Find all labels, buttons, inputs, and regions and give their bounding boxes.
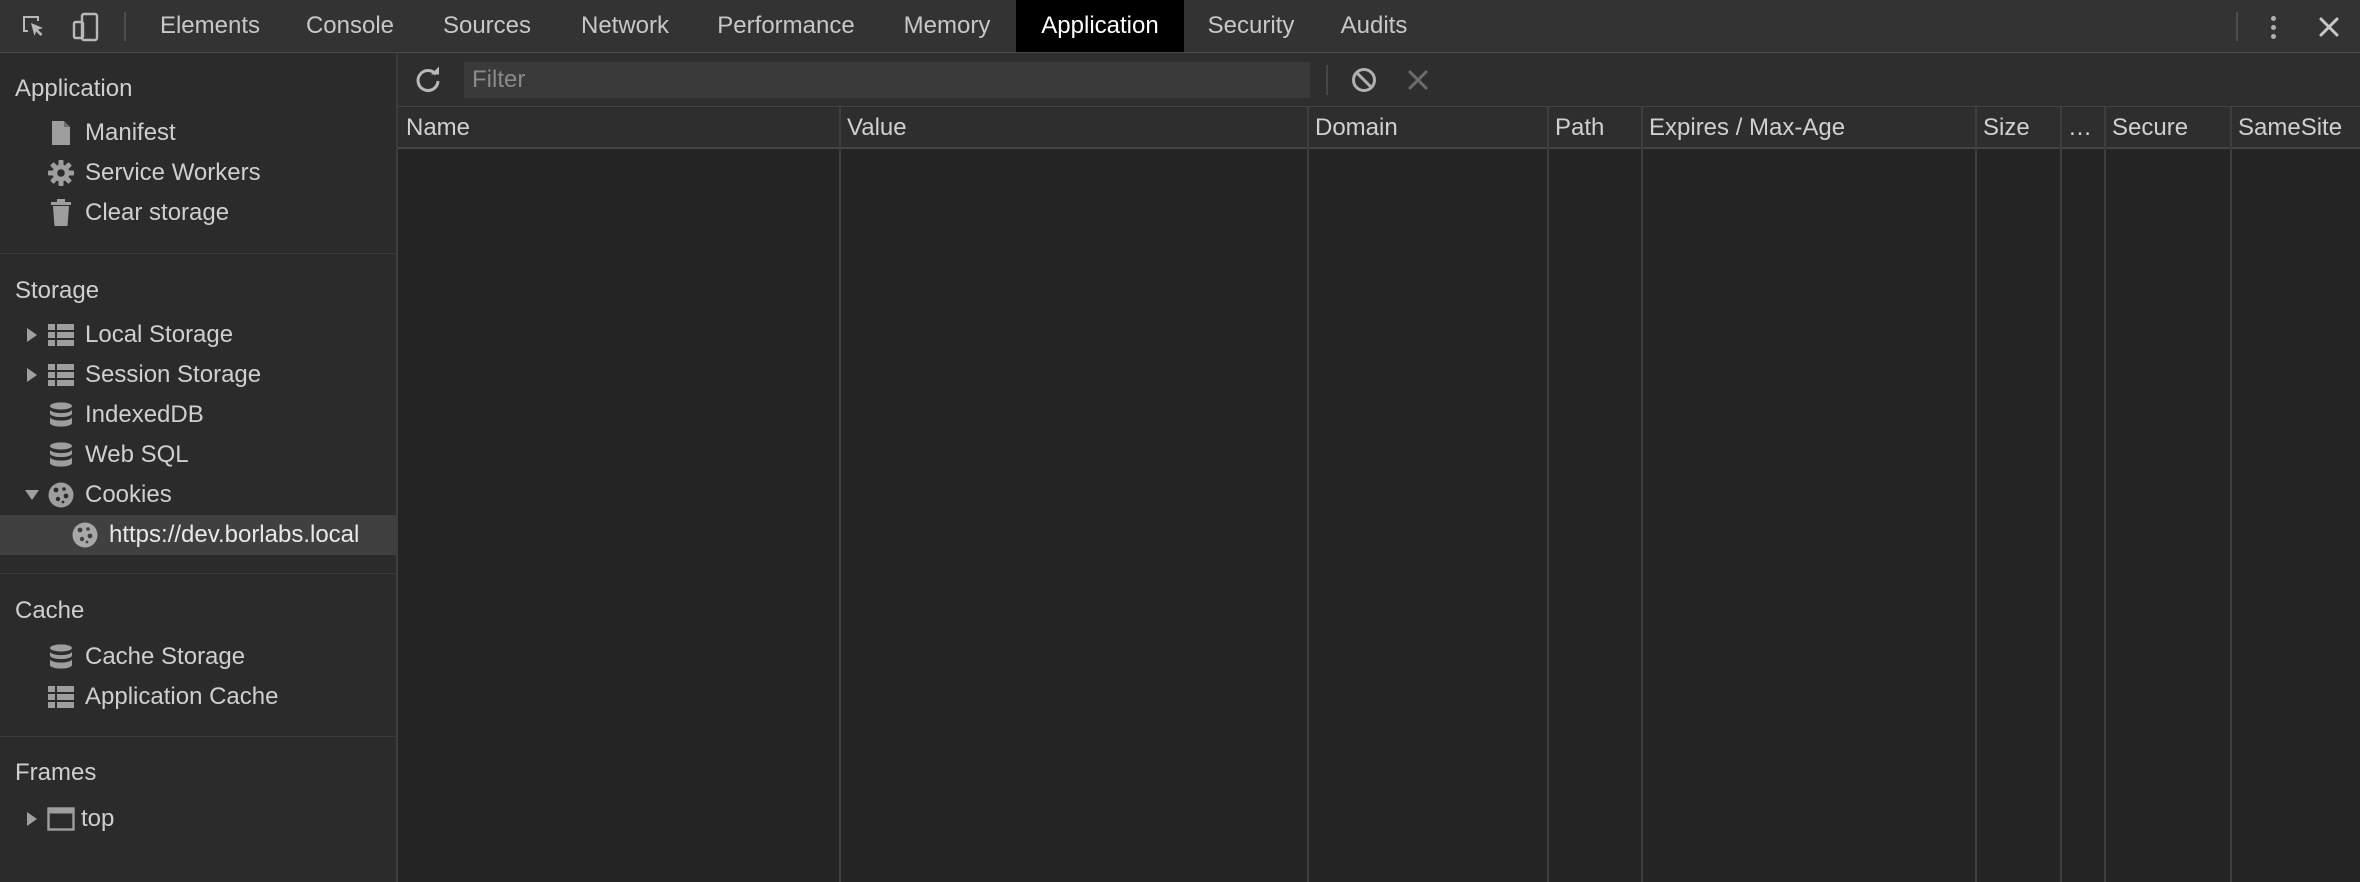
sidebar-item-label: Web SQL xyxy=(85,441,189,468)
tab-security[interactable]: Security xyxy=(1192,0,1310,52)
sidebar-item-cookies[interactable]: Cookies xyxy=(0,475,396,515)
collapse-arrow-icon[interactable] xyxy=(24,487,40,503)
sidebar-item-manifest[interactable]: Manifest xyxy=(0,113,396,153)
sidebar-item-label: IndexedDB xyxy=(85,401,204,428)
column-header-name[interactable]: Name xyxy=(398,107,839,149)
column-divider[interactable] xyxy=(2104,107,2106,882)
sidebar-item-web-sql[interactable]: Web SQL xyxy=(0,435,396,475)
column-header-path[interactable]: Path xyxy=(1547,107,1641,149)
application-sidebar: Application Manifest Service Workers Cle… xyxy=(0,53,398,882)
tab-performance[interactable]: Performance xyxy=(700,0,872,52)
trash-icon xyxy=(47,199,75,227)
column-header-value[interactable]: Value xyxy=(839,107,1307,149)
tab-network[interactable]: Network xyxy=(561,0,689,52)
table-header: Name Value Domain Path Expires / Max-Age… xyxy=(398,107,2360,149)
sidebar-item-label: Cookies xyxy=(85,481,172,508)
column-divider[interactable] xyxy=(1307,107,1309,882)
delete-selected-icon[interactable] xyxy=(1402,64,1434,96)
clear-all-icon[interactable] xyxy=(1348,64,1380,96)
column-divider[interactable] xyxy=(1641,107,1643,882)
table-icon xyxy=(47,683,75,711)
column-divider[interactable] xyxy=(1975,107,1977,882)
tab-console[interactable]: Console xyxy=(285,0,415,52)
sidebar-item-service-workers[interactable]: Service Workers xyxy=(0,153,396,193)
sidebar-item-label: Manifest xyxy=(85,119,176,146)
sidebar-item-application-cache[interactable]: Application Cache xyxy=(0,677,396,717)
section-title-storage: Storage xyxy=(15,277,100,304)
close-icon[interactable] xyxy=(2314,12,2344,42)
tab-application[interactable]: Application xyxy=(1016,0,1184,52)
document-icon xyxy=(47,119,75,147)
section-title-frames: Frames xyxy=(15,759,97,786)
section-divider xyxy=(0,573,396,574)
section-divider xyxy=(0,736,396,737)
sidebar-item-cookie-origin[interactable]: https://dev.borlabs.local xyxy=(0,515,396,555)
column-header-domain[interactable]: Domain xyxy=(1307,107,1547,149)
table-icon xyxy=(47,361,75,389)
sidebar-item-label: https://dev.borlabs.local xyxy=(109,521,360,548)
sidebar-item-local-storage[interactable]: Local Storage xyxy=(0,315,396,355)
sidebar-item-indexeddb[interactable]: IndexedDB xyxy=(0,395,396,435)
database-icon xyxy=(47,643,75,671)
cookie-icon xyxy=(71,521,99,549)
devtools-tab-bar: Elements Console Sources Network Perform… xyxy=(0,0,2360,53)
database-icon xyxy=(47,401,75,429)
gear-icon xyxy=(47,159,75,187)
expand-arrow-icon[interactable] xyxy=(24,327,40,343)
sidebar-item-label: top xyxy=(81,805,115,832)
table-icon xyxy=(47,321,75,349)
column-header-expires[interactable]: Expires / Max-Age xyxy=(1641,107,1975,149)
column-header-httponly[interactable]: … xyxy=(2060,107,2104,149)
section-divider xyxy=(0,253,396,254)
column-divider[interactable] xyxy=(2230,107,2232,882)
refresh-icon[interactable] xyxy=(412,64,444,96)
column-header-size[interactable]: Size xyxy=(1975,107,2060,149)
cookies-table: Name Value Domain Path Expires / Max-Age… xyxy=(398,107,2360,882)
column-divider[interactable] xyxy=(1547,107,1549,882)
section-title-cache: Cache xyxy=(15,597,85,624)
sidebar-item-label: Clear storage xyxy=(85,199,230,226)
column-divider[interactable] xyxy=(839,107,841,882)
column-header-samesite[interactable]: SameSite xyxy=(2230,107,2360,149)
toolbar-divider xyxy=(124,12,126,41)
cookies-toolbar xyxy=(398,53,2360,107)
section-title-application: Application xyxy=(15,75,133,102)
column-header-secure[interactable]: Secure xyxy=(2104,107,2230,149)
device-toolbar-icon[interactable] xyxy=(70,11,102,43)
filter-input[interactable] xyxy=(464,62,1310,98)
more-options-icon[interactable] xyxy=(2258,12,2288,42)
expand-arrow-icon[interactable] xyxy=(24,811,40,827)
tab-sources[interactable]: Sources xyxy=(423,0,551,52)
sidebar-item-clear-storage[interactable]: Clear storage xyxy=(0,193,396,233)
sidebar-item-session-storage[interactable]: Session Storage xyxy=(0,355,396,395)
toolbar-divider xyxy=(1326,65,1328,95)
sidebar-item-cache-storage[interactable]: Cache Storage xyxy=(0,637,396,677)
sidebar-item-label: Cache Storage xyxy=(85,643,246,670)
expand-arrow-icon[interactable] xyxy=(24,367,40,383)
inspect-element-icon[interactable] xyxy=(18,11,50,43)
frame-icon xyxy=(47,805,75,833)
database-icon xyxy=(47,441,75,469)
tab-memory[interactable]: Memory xyxy=(884,0,1010,52)
sidebar-item-label: Service Workers xyxy=(85,159,261,186)
sidebar-item-label: Local Storage xyxy=(85,321,234,348)
cookie-icon xyxy=(47,481,75,509)
sidebar-item-label: Application Cache xyxy=(85,683,279,710)
tab-elements[interactable]: Elements xyxy=(143,0,277,52)
column-divider[interactable] xyxy=(2060,107,2062,882)
sidebar-item-label: Session Storage xyxy=(85,361,262,388)
sidebar-item-frame-top[interactable]: top xyxy=(0,799,396,839)
toolbar-divider xyxy=(2236,12,2238,41)
tab-audits[interactable]: Audits xyxy=(1318,0,1430,52)
